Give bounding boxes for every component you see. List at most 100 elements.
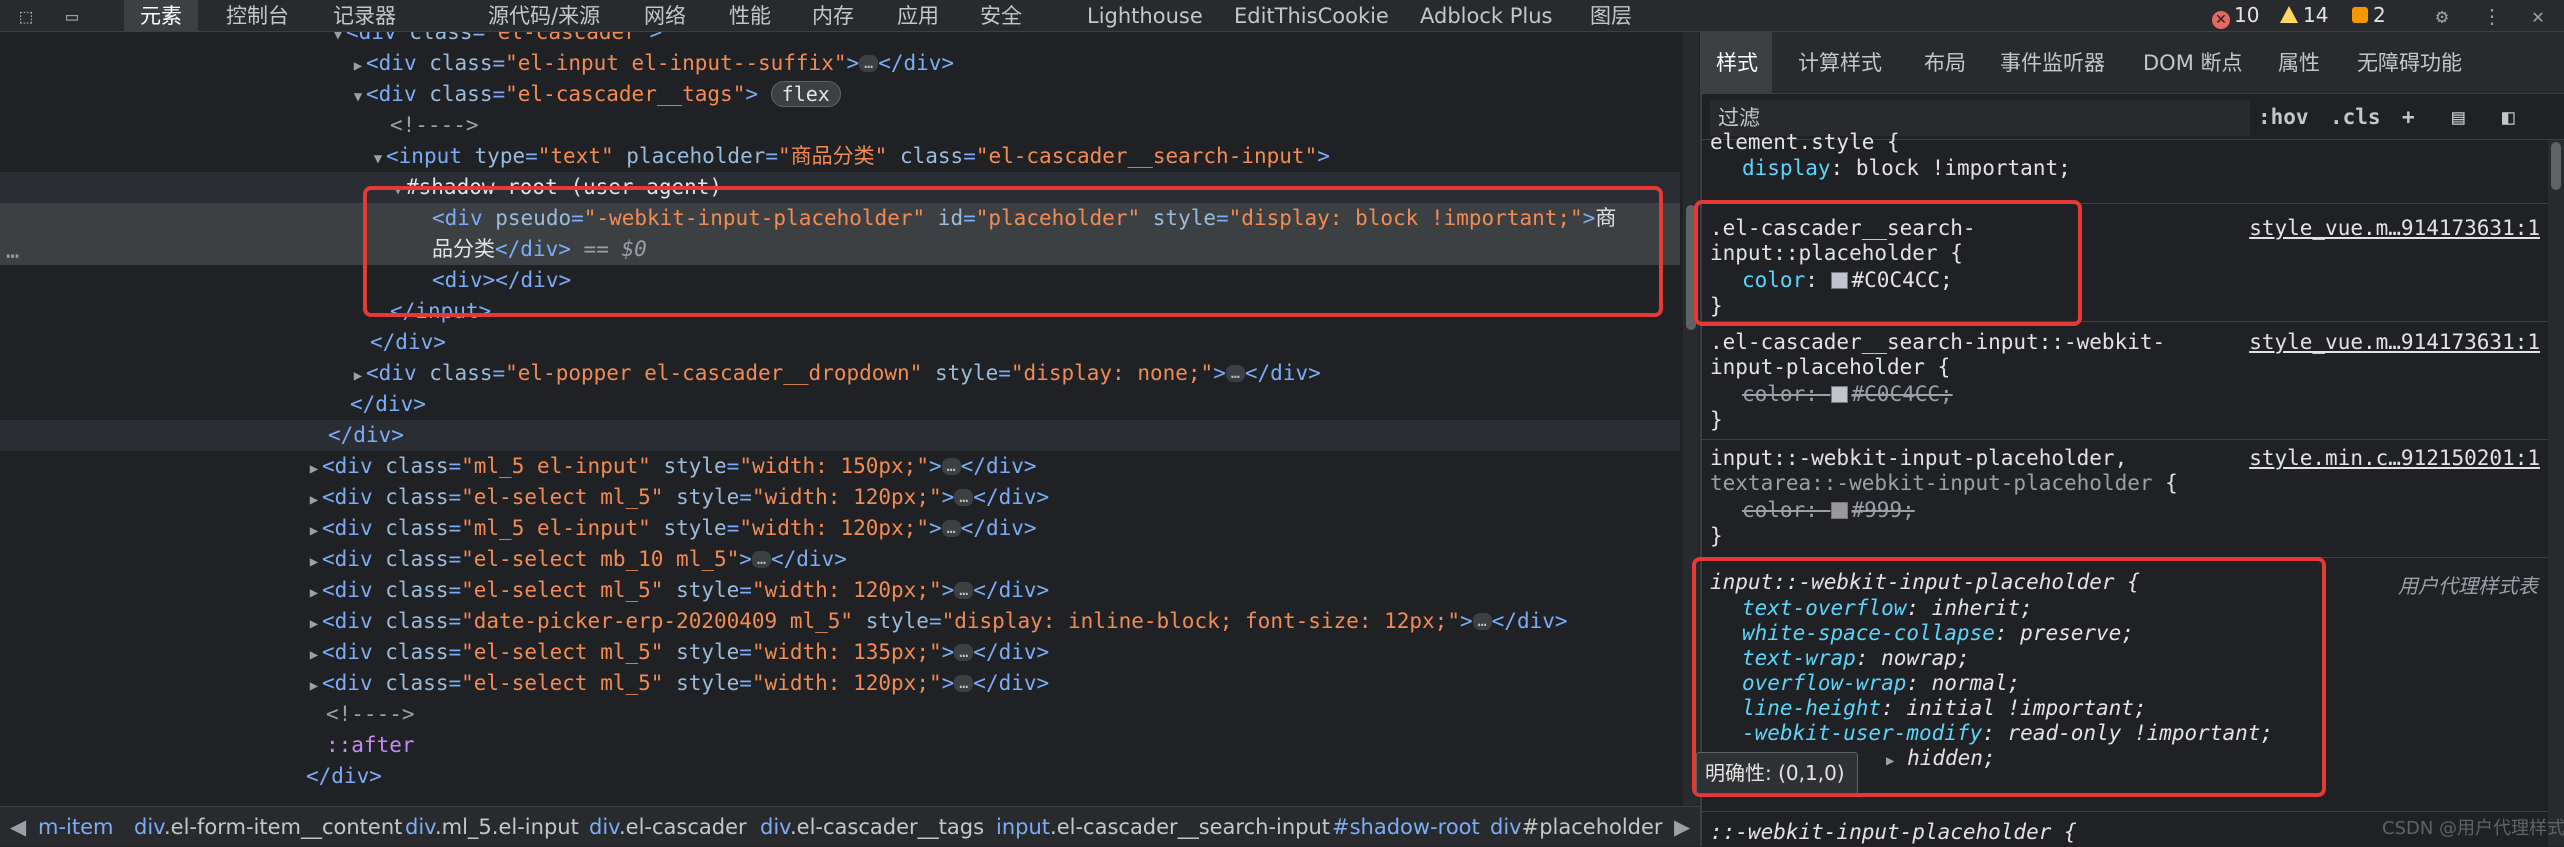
dom-line[interactable]: </div> [0,327,1680,358]
dom-line[interactable]: ▼ <div class="el-cascader"> [0,32,1680,48]
style-declaration[interactable]: ▶ hidden; [1886,746,1996,774]
color-swatch[interactable] [1830,502,1848,519]
dom-line-selected[interactable]: 品分类</div> == $0 [0,234,1680,265]
more-options-icon[interactable]: ⋮ [2480,4,2504,28]
dom-line[interactable]: ::after [0,730,1680,761]
tab-security[interactable]: 安全 [980,0,1022,32]
tab-dom-breakpoints[interactable]: DOM 断点 [2143,32,2243,94]
dom-line[interactable]: ▼ #shadow-root (user-agent) [0,172,1680,203]
dom-line[interactable]: ▶ <div class="el-select ml_5" style="widt… [0,482,1680,513]
tab-lighthouse[interactable]: Lighthouse [1087,0,1203,32]
styles-scrollbar[interactable] [2548,140,2564,846]
collapsed-ellipsis[interactable]: … [954,644,974,661]
breadcrumb-item[interactable]: input.el-cascader__search-input [996,807,1330,847]
tab-performance[interactable]: 性能 [729,0,771,32]
collapsed-ellipsis[interactable]: … [1225,365,1245,382]
element-state-icon[interactable]: ▤ [2452,100,2465,134]
collapsed-ellipsis[interactable]: … [941,520,961,537]
stylesheet-link[interactable]: style.min.c…912150201:1 [2249,446,2540,470]
tab-editthiscookie[interactable]: EditThisCookie [1234,0,1389,32]
collapsed-ellipsis[interactable]: … [954,675,974,692]
collapsed-ellipsis[interactable]: … [941,458,961,475]
inspect-element-icon[interactable]: ⬚ [14,4,38,28]
color-swatch[interactable] [1830,386,1848,403]
dom-line[interactable]: ▶ <div class="el-select ml_5" style="widt… [0,575,1680,606]
style-declaration[interactable]: -webkit-user-modify: read-only !importan… [1742,721,2273,746]
style-declaration[interactable]: text-wrap: nowrap; [1742,646,1970,671]
tab-adblock-plus[interactable]: Adblock Plus [1420,0,1552,32]
collapsed-ellipsis[interactable]: … [859,55,879,72]
style-declaration[interactable]: line-height: initial !important; [1742,696,2147,721]
tab-styles[interactable]: 样式 [1702,32,1772,94]
dom-line[interactable]: </div> [0,389,1680,420]
style-declaration-overridden[interactable]: color: #C0C4CC; [1742,382,1953,407]
style-declaration[interactable]: display: block !important; [1742,156,2071,181]
style-declaration[interactable]: white-space-collapse: preserve; [1742,621,2134,646]
tab-network[interactable]: 网络 [644,0,686,32]
dom-line[interactable]: ▶ <div class="ml_5 el-input" style="width… [0,451,1680,482]
dom-line[interactable]: <div></div> [0,265,1680,296]
dom-line[interactable]: ▼ <input type="text" placeholder="商品分类" c… [0,141,1680,172]
cls-toggle[interactable]: .cls [2330,100,2381,134]
color-swatch[interactable] [1830,272,1848,289]
style-declaration[interactable]: text-overflow: inherit; [1742,596,2033,621]
breadcrumb-prev-icon[interactable]: ◀ [10,807,26,847]
breadcrumb-item[interactable]: #shadow-root [1332,807,1480,847]
styles-scrollbar-thumb[interactable] [2551,142,2561,190]
close-icon[interactable]: ✕ [2526,4,2550,28]
collapsed-ellipsis[interactable]: … [954,582,974,599]
elements-scrollbar[interactable] [1683,32,1699,806]
breadcrumb-item[interactable]: div.el-cascader [589,807,747,847]
breadcrumb-item-current[interactable]: div#placeholder [1490,807,1663,847]
tab-computed[interactable]: 计算样式 [1798,32,1882,94]
tab-layers[interactable]: 图层 [1590,0,1632,32]
dom-line[interactable]: ▶ <div class="el-input el-input--suffix">… [0,48,1680,79]
style-declaration[interactable]: overflow-wrap: normal; [1742,671,2020,696]
dom-line[interactable]: ▶ <div class="el-select ml_5" style="widt… [0,637,1680,668]
tab-recorder[interactable]: 记录器 [333,0,396,32]
error-count-badge[interactable]: ✕ 10 [2212,2,2259,29]
tab-event-listeners[interactable]: 事件监听器 [2000,32,2105,94]
collapsed-ellipsis[interactable]: … [751,551,771,568]
dom-line[interactable]: <!----> [0,699,1680,730]
breadcrumb-item[interactable]: m-item [38,807,113,847]
node-actions-icon[interactable]: ⋯ [6,244,19,269]
toggle-sidebar-icon[interactable]: ◧ [2502,100,2515,134]
tab-layout[interactable]: 布局 [1924,32,1966,94]
dom-line[interactable]: </div> [0,420,1680,451]
dom-line[interactable]: ▶ <div class="el-select ml_5" style="widt… [0,668,1680,699]
dom-line[interactable]: ▶ <div class="date-picker-erp-20200409 ml… [0,606,1680,637]
collapsed-ellipsis[interactable]: … [1472,613,1492,630]
breadcrumb-next-icon[interactable]: ▶ [1674,807,1690,847]
tab-accessibility[interactable]: 无障碍功能 [2357,32,2462,94]
tab-properties[interactable]: 属性 [2278,32,2320,94]
breadcrumb-item[interactable]: div.el-form-item__content [134,807,402,847]
elements-scrollbar-thumb[interactable] [1686,205,1696,330]
tab-memory[interactable]: 内存 [812,0,854,32]
style-declaration[interactable]: color: #C0C4CC; [1742,268,1953,293]
dom-line[interactable]: ▼ <div class="el-cascader__tags"> flex [0,79,1680,110]
settings-gear-icon[interactable]: ⚙ [2430,4,2454,28]
tab-console[interactable]: 控制台 [226,0,289,32]
stylesheet-link[interactable]: style_vue.m…914173631:1 [2249,330,2540,354]
dom-line[interactable]: </div> [0,761,1680,792]
collapsed-ellipsis[interactable]: … [954,489,974,506]
dom-line[interactable]: ▶ <div class="el-popper el-cascader__drop… [0,358,1680,389]
tab-elements[interactable]: 元素 [124,0,198,32]
dom-line[interactable]: ▶ <div class="ml_5 el-input" style="width… [0,513,1680,544]
tab-sources[interactable]: 源代码/来源 [488,0,600,32]
dom-line[interactable]: <!----> [0,110,1680,141]
warning-count-badge[interactable]: 14 [2280,2,2328,28]
new-style-rule-icon[interactable]: + [2402,100,2415,134]
device-toolbar-icon[interactable]: ▭ [60,4,84,28]
style-declaration-overridden[interactable]: color: #999; [1742,498,1915,523]
breadcrumb-item[interactable]: div.ml_5.el-input [405,807,579,847]
dom-line[interactable]: </input> [0,296,1680,327]
breadcrumb-item[interactable]: div.el-cascader__tags [760,807,984,847]
tab-application[interactable]: 应用 [897,0,939,32]
hov-toggle[interactable]: :hov [2258,100,2309,134]
info-count-badge[interactable]: 2 [2352,2,2386,28]
dom-line[interactable]: ▶ <div class="el-select mb_10 ml_5">… </di… [0,544,1680,575]
flex-badge[interactable]: flex [770,81,841,107]
stylesheet-link[interactable]: style_vue.m…914173631:1 [2249,216,2540,240]
